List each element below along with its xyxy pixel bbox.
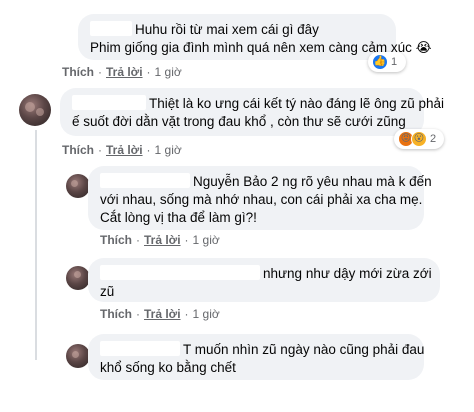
- comment-bubble: nhưng như dậy mới zừa zới zũ: [88, 258, 440, 302]
- comment-time: 1 giờ: [192, 307, 220, 321]
- redacted-name: [100, 341, 180, 356]
- redacted-name: [72, 95, 146, 110]
- comment-actions: Thích · Trả lời · 1 giờ: [62, 65, 182, 79]
- comment-text-line: Phim giống gia đình mình quá nên xem càn…: [90, 40, 432, 55]
- thread-line: [35, 130, 37, 360]
- comment-actions: Thích · Trả lời · 1 giờ: [100, 233, 220, 247]
- comment-bubble: T muốn nhìn zũ ngày nào cũng phải đau kh…: [88, 334, 424, 380]
- avatar[interactable]: [19, 94, 51, 126]
- like-link[interactable]: Thích: [100, 233, 132, 247]
- reply-link[interactable]: Trả lời: [144, 307, 181, 321]
- avatar[interactable]: [66, 266, 90, 290]
- comment-actions: Thích · Trả lời · 1 giờ: [100, 307, 220, 321]
- like-link[interactable]: Thích: [62, 143, 94, 157]
- reaction-count: 1: [391, 56, 398, 68]
- crying-emoji-icon: 😭: [415, 40, 432, 55]
- comment-time: 1 giờ: [154, 143, 182, 157]
- reaction-summary[interactable]: 👍 1: [368, 52, 406, 72]
- reaction-summary[interactable]: 😡 😮 2: [394, 129, 444, 149]
- comment-text-line: zũ: [100, 284, 115, 299]
- comment-text-line: T muốn nhìn zũ ngày nào cũng phải đau: [100, 341, 424, 359]
- comment-actions: Thích · Trả lời · 1 giờ: [62, 143, 182, 157]
- like-icon: 👍: [372, 54, 388, 70]
- redacted-name: [100, 173, 190, 188]
- reply-link[interactable]: Trả lời: [106, 65, 143, 79]
- comment-text-line: ế suốt đời dằn vặt trong đau khổ , còn t…: [72, 114, 406, 129]
- comment-text-line: Cắt lòng vị tha để làm gì?!: [100, 210, 257, 225]
- comment-text-line: Huhu rồi từ mai xem cái gì đây: [90, 21, 384, 39]
- like-link[interactable]: Thích: [62, 65, 94, 79]
- redacted-name: [100, 265, 260, 280]
- comment-time: 1 giờ: [154, 65, 182, 79]
- comment-bubble: Huhu rồi từ mai xem cái gì đây Phim giốn…: [78, 14, 432, 60]
- comment-bubble: Thiệt là ko ưng cái kết tý nào đáng lẽ ô…: [60, 88, 444, 136]
- reply-link[interactable]: Trả lời: [144, 233, 181, 247]
- comment-text-line: Thiệt là ko ưng cái kết tý nào đáng lẽ ô…: [72, 95, 444, 113]
- wow-icon: 😮: [411, 131, 427, 147]
- reply-link[interactable]: Trả lời: [106, 143, 143, 157]
- comment-bubble: Nguyễn Bảo 2 ng rõ yêu nhau mà k đến với…: [88, 166, 432, 230]
- comment-time: 1 giờ: [192, 233, 220, 247]
- comment-text-line: Nguyễn Bảo 2 ng rõ yêu nhau mà k đến: [100, 173, 432, 191]
- comment-text-line: với nhau, sống mà nhớ nhau, con cái phải…: [100, 192, 423, 207]
- comment-text-line: khổ sống ko bằng chết: [100, 360, 236, 375]
- avatar[interactable]: [66, 174, 90, 198]
- reaction-count: 2: [430, 133, 437, 145]
- avatar[interactable]: [66, 344, 90, 368]
- like-link[interactable]: Thích: [100, 307, 132, 321]
- comment-text-line: nhưng như dậy mới zừa zới: [100, 265, 432, 283]
- redacted-name: [90, 21, 132, 36]
